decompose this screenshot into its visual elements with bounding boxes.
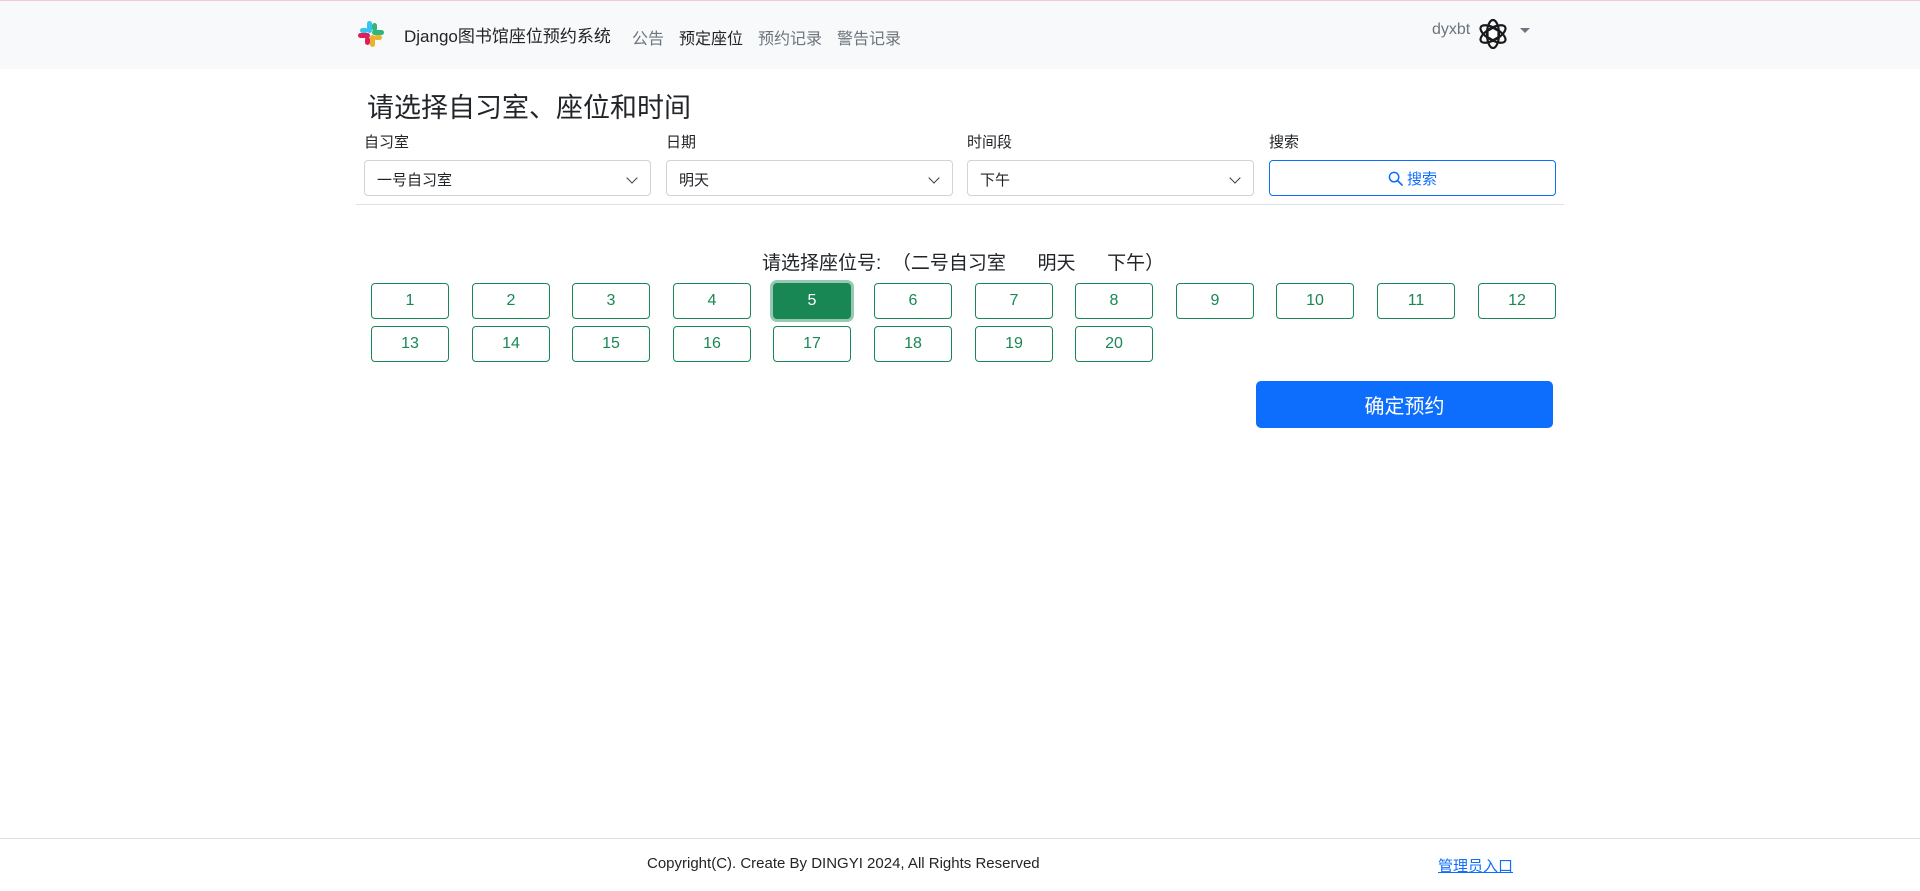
room-select-value: 一号自习室 <box>377 172 453 189</box>
seat-button-7[interactable]: 7 <box>975 283 1053 319</box>
seat-button-16[interactable]: 16 <box>673 326 751 362</box>
seat-heading: 请选择座位号: （二号自习室 明天 下午） <box>762 253 1165 274</box>
navbar: Django图书馆座位预约系统 公告 预定座位 预约记录 警告记录 dyxbt <box>0 0 1920 69</box>
search-button-label: 搜索 <box>1406 170 1437 188</box>
period-label: 时间段 <box>967 134 1013 151</box>
caret-down-icon[interactable] <box>1520 27 1531 33</box>
search-icon <box>1388 171 1403 186</box>
slack-logo-icon <box>358 21 384 47</box>
admin-entry-link[interactable]: 管理员入口 <box>1438 855 1513 876</box>
seat-button-14[interactable]: 14 <box>472 326 550 362</box>
date-label: 日期 <box>666 134 697 151</box>
user-name[interactable]: dyxbt <box>1432 21 1470 39</box>
seat-button-3[interactable]: 3 <box>572 283 650 319</box>
nav-warning-records[interactable]: 警告记录 <box>837 25 901 49</box>
openai-logo-icon[interactable] <box>1474 15 1512 53</box>
seat-button-1[interactable]: 1 <box>371 283 449 319</box>
seat-button-20[interactable]: 20 <box>1075 326 1153 362</box>
date-select-value: 明天 <box>679 172 710 189</box>
brand-title[interactable]: Django图书馆座位预约系统 <box>404 22 611 47</box>
nav-announcements[interactable]: 公告 <box>632 25 664 49</box>
seat-button-9[interactable]: 9 <box>1176 283 1254 319</box>
seat-button-15[interactable]: 15 <box>572 326 650 362</box>
search-label: 搜索 <box>1269 134 1300 151</box>
search-button[interactable]: 搜索 <box>1269 160 1556 196</box>
period-select[interactable]: 下午 <box>967 160 1254 196</box>
room-select[interactable]: 一号自习室 <box>364 160 651 196</box>
seat-button-17[interactable]: 17 <box>773 326 851 362</box>
seat-button-18[interactable]: 18 <box>874 326 952 362</box>
footer-divider <box>0 838 1920 839</box>
chevron-down-icon <box>1229 172 1241 184</box>
chevron-down-icon <box>626 172 638 184</box>
seat-button-12[interactable]: 12 <box>1478 283 1556 319</box>
divider <box>356 204 1564 205</box>
period-select-value: 下午 <box>980 172 1011 189</box>
seat-button-2[interactable]: 2 <box>472 283 550 319</box>
seat-button-10[interactable]: 10 <box>1276 283 1354 319</box>
confirm-reservation-button[interactable]: 确定预约 <box>1256 381 1553 428</box>
nav-reservation-records[interactable]: 预约记录 <box>758 25 822 49</box>
chevron-down-icon <box>928 172 940 184</box>
seat-button-19[interactable]: 19 <box>975 326 1053 362</box>
brand[interactable]: Django图书馆座位预约系统 <box>356 19 611 49</box>
main-nav: 公告 预定座位 预约记录 警告记录 <box>632 25 916 49</box>
seat-button-11[interactable]: 11 <box>1377 283 1455 319</box>
room-label: 自习室 <box>364 134 410 151</box>
nav-reserve-seat[interactable]: 预定座位 <box>679 25 743 49</box>
seat-button-5[interactable]: 5 <box>773 283 851 319</box>
seat-button-4[interactable]: 4 <box>673 283 751 319</box>
seat-button-8[interactable]: 8 <box>1075 283 1153 319</box>
page-title: 请选择自习室、座位和时间 <box>367 93 691 123</box>
date-select[interactable]: 明天 <box>666 160 953 196</box>
seat-button-13[interactable]: 13 <box>371 326 449 362</box>
user-menu[interactable]: dyxbt <box>1432 15 1531 53</box>
copyright-text: Copyright(C). Create By DINGYI 2024, All… <box>647 855 1040 872</box>
seat-button-6[interactable]: 6 <box>874 283 952 319</box>
